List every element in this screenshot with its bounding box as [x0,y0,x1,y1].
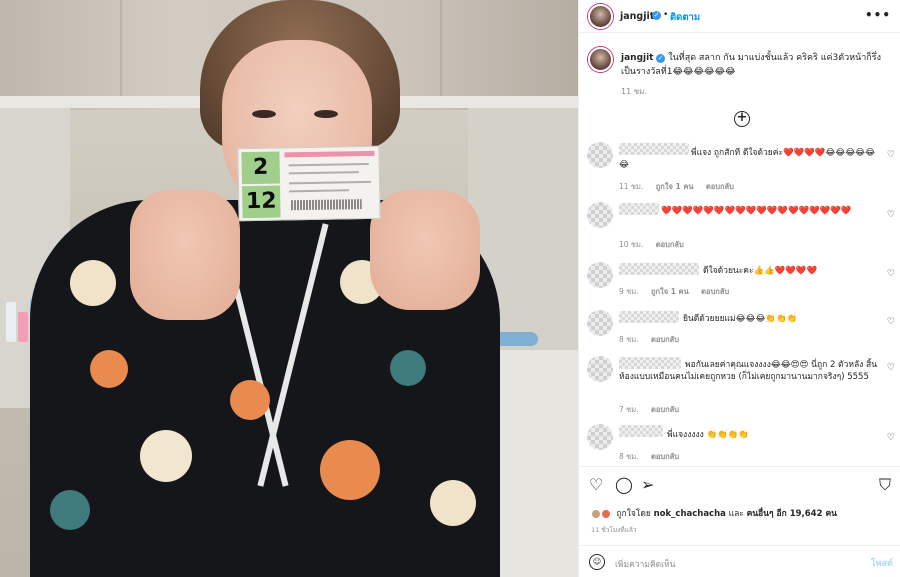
post-actions: ♡ ◯ ➢ ⛉ ถูกใจโดย nok_chachacha และ คนอื่… [579,466,900,577]
save-icon[interactable]: ⛉ [879,477,891,493]
load-more-comments-icon[interactable]: + [734,111,750,127]
comment-meta: 10 ชม. ตอบกลับ [619,239,694,251]
comment-time: 8 ชม. [619,335,639,344]
post-header: jangjit ✓ • ติดตาม ••• [579,0,900,33]
lottery-ticket: 2 12 [237,145,381,222]
reply-button[interactable]: ตอบกลับ [651,405,679,414]
comment-likes[interactable]: ถูกใจ 1 คน [656,182,694,191]
ticket-strip [284,150,375,158]
comment-meta: 7 ชม. ตอบกลับ [619,404,689,416]
caption: jangjit ✓ ในที่สุด สลาก กัน มาแบ่งชั้นแล… [621,51,891,79]
liked-by-mid: และ [728,509,744,519]
caption-avatar[interactable] [588,47,613,72]
comment: พี่แจงงงงง 👏👏👏👏 8 ชม. ตอบกลับ ♡ [585,424,895,464]
liked-by-prefix: ถูกใจโดย [616,509,651,519]
comment-like-icon[interactable]: ♡ [887,269,895,279]
comment: ❤️❤️❤️❤️❤️❤️❤️❤️❤️❤️❤️❤️❤️❤️❤️❤️❤️❤️ 10 … [585,202,895,250]
comment-composer: ☺ เพิ่มความคิดเห็น โพสต์ [579,545,900,577]
post-comment-button[interactable]: โพสต์ [871,556,893,570]
more-options-icon[interactable]: ••• [865,8,891,22]
liked-by-user[interactable]: nok_chachacha [654,509,726,519]
reply-button[interactable]: ตอบกลับ [651,335,679,344]
reply-button[interactable]: ตอบกลับ [656,240,684,249]
comment-meta: 8 ชม. ตอบกลับ [619,451,689,463]
like-icon[interactable]: ♡ [589,477,603,493]
liker-avatar[interactable] [600,508,611,519]
comment-likes[interactable]: ถูกใจ 1 คน [651,287,689,296]
liker-avatar[interactable] [591,508,601,519]
comment: ดีใจด้วยนะคะ👍👍❤️❤️❤️❤️ 9 ชม. ถูกใจ 1 คน … [585,262,895,302]
right-hand [370,190,480,310]
comment-like-icon[interactable]: ♡ [887,210,895,220]
commenter-avatar[interactable] [587,262,613,288]
caption-username[interactable]: jangjit [621,53,653,63]
comment-meta: 9 ชม. ถูกใจ 1 คน ตอบกลับ [619,286,739,298]
commenter-avatar[interactable] [587,202,613,228]
dot-separator: • [663,10,669,20]
comment-text: ดีใจด้วยนะคะ👍👍❤️❤️❤️❤️ [703,266,818,276]
liked-by-others[interactable]: คนอื่นๆ อีก 19,642 คน [747,509,837,519]
emoji-icon[interactable]: ☺ [589,554,605,570]
verified-icon: ✓ [656,54,666,63]
left-hand [130,190,240,320]
likes-summary: ถูกใจโดย nok_chachacha และ คนอื่นๆ อีก 1… [591,506,837,520]
comment: พอกันเลยค่าคุณแจงงงง😂😂😍😍 นี่ถูก 2 ตัวหลั… [585,356,895,420]
comment-icon[interactable]: ◯ [615,477,633,493]
comment-time: 9 ชม. [619,287,639,296]
verified-icon: ✓ [652,11,661,20]
caption-time: 11 ชม. [621,87,647,96]
author-avatar[interactable] [588,4,613,29]
comment-input[interactable]: เพิ่มความคิดเห็น [615,557,675,571]
comment-text: พี่แจง ถูกสักที ดีใจด้วยค่ะ❤️❤️❤️❤️😂😂😂😂😂… [619,148,876,170]
comment-time: 11 ชม. [619,182,644,191]
ticket-top-digit: 2 [241,151,280,185]
comment-text: ❤️❤️❤️❤️❤️❤️❤️❤️❤️❤️❤️❤️❤️❤️❤️❤️❤️❤️ [661,206,852,216]
comment: ยินดีด้วยยยแม่😂😂😂👏👏👏 8 ชม. ตอบกลับ ♡ [585,310,895,350]
reply-button[interactable]: ตอบกลับ [651,452,679,461]
author-username[interactable]: jangjit [620,11,654,22]
ticket-bottom-digit: 12 [242,185,281,219]
comment-like-icon[interactable]: ♡ [887,317,895,327]
comment-time: 8 ชม. [619,452,639,461]
share-icon[interactable]: ➢ [641,477,654,493]
comment: พี่แจง ถูกสักที ดีใจด้วยค่ะ❤️❤️❤️❤️😂😂😂😂😂… [585,142,895,193]
wall-panel [120,0,122,100]
commenter-avatar[interactable] [587,424,613,450]
comment-meta: 8 ชม. ตอบกลับ [619,334,689,346]
commenter-avatar[interactable] [587,356,613,382]
comment-text: พี่แจงงงงง 👏👏👏👏 [667,430,749,440]
commenter-avatar[interactable] [587,310,613,336]
comment-time: 10 ชม. [619,240,644,249]
reply-button[interactable]: ตอบกลับ [706,182,734,191]
comment-meta: 11 ชม. ถูกใจ 1 คน ตอบกลับ [619,181,744,193]
comment-like-icon[interactable]: ♡ [887,363,895,373]
commenter-avatar[interactable] [587,142,613,168]
post-timestamp[interactable]: 11 ชั่วโมงที่แล้ว [591,525,636,535]
post-photo[interactable]: 2 12 [0,0,578,577]
reply-button[interactable]: ตอบกลับ [701,287,729,296]
comment-text: ยินดีด้วยยยแม่😂😂😂👏👏👏 [683,314,798,324]
comment-like-icon[interactable]: ♡ [887,433,895,443]
ticket-barcode [291,199,362,211]
wall-panel [440,0,442,100]
comment-time: 7 ชม. [619,405,639,414]
comment-like-icon[interactable]: ♡ [887,150,895,160]
post-side-panel: jangjit ✓ • ติดตาม ••• jangjit ✓ ในที่สุ… [578,0,900,577]
comment-text: พอกันเลยค่าคุณแจงงงง😂😂😍😍 นี่ถูก 2 ตัวหลั… [619,360,878,382]
follow-button[interactable]: ติดตาม [670,10,700,25]
